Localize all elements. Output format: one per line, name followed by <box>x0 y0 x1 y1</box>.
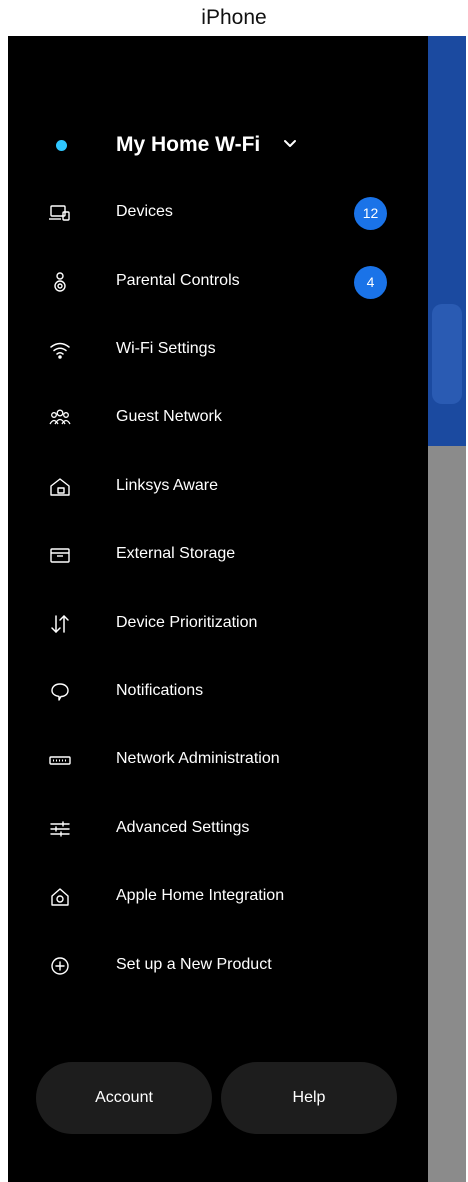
menu-item-label: Linksys Aware <box>116 477 218 494</box>
network-status-dot <box>56 140 67 151</box>
menu-item-label: Set up a New Product <box>116 956 272 973</box>
add-circle-icon <box>48 954 72 978</box>
menu-item-label: Devices <box>116 203 173 220</box>
menu-item-set-up-new-product[interactable]: Set up a New Product <box>8 941 428 991</box>
menu-item-label: Parental Controls <box>116 272 240 289</box>
devices-count-badge: 12 <box>354 197 387 230</box>
parental-controls-icon <box>48 270 72 294</box>
menu-item-label: Device Prioritization <box>116 614 258 631</box>
menu-item-label: Network Administration <box>116 750 280 767</box>
menu-item-guest-network[interactable]: Guest Network <box>8 393 428 443</box>
menu-item-parental-controls[interactable]: Parental Controls 4 <box>8 257 428 307</box>
network-name: My Home W-Fi <box>116 133 261 156</box>
parental-controls-count-badge: 4 <box>354 266 387 299</box>
guest-network-icon <box>48 406 72 430</box>
home-icon <box>48 475 72 499</box>
navigation-drawer: My Home W-Fi Devices 12 Parental Control… <box>8 36 428 1182</box>
menu-item-label: Notifications <box>116 682 204 699</box>
storage-icon <box>48 543 72 567</box>
router-icon <box>48 748 72 772</box>
account-button[interactable]: Account <box>36 1062 212 1134</box>
chevron-down-icon <box>284 140 296 147</box>
menu-item-external-storage[interactable]: External Storage <box>8 530 428 580</box>
apple-home-icon <box>48 885 72 909</box>
menu-item-label: Wi-Fi Settings <box>116 340 216 357</box>
background-app-card <box>432 304 462 404</box>
phone-screen: My Home W-Fi Devices 12 Parental Control… <box>8 36 466 1182</box>
menu-item-label: External Storage <box>116 545 236 562</box>
menu-item-device-prioritization[interactable]: Device Prioritization <box>8 599 428 649</box>
menu-item-advanced-settings[interactable]: Advanced Settings <box>8 804 428 854</box>
device-label: iPhone <box>201 6 267 29</box>
prioritization-arrows-icon <box>48 612 72 636</box>
menu-item-devices[interactable]: Devices 12 <box>8 188 428 238</box>
menu-item-label: Advanced Settings <box>116 819 250 836</box>
network-selector[interactable]: My Home W-Fi <box>8 124 428 168</box>
background-app-header <box>428 36 466 446</box>
menu-item-label: Guest Network <box>116 408 222 425</box>
menu-item-network-administration[interactable]: Network Administration <box>8 735 428 785</box>
notification-bubble-icon <box>48 680 72 704</box>
devices-icon <box>48 201 72 225</box>
menu-item-label: Apple Home Integration <box>116 887 285 904</box>
background-app-content <box>428 446 466 1182</box>
menu-item-apple-home-integration[interactable]: Apple Home Integration <box>8 872 428 922</box>
menu-item-linksys-aware[interactable]: Linksys Aware <box>8 462 428 512</box>
menu-item-wifi-settings[interactable]: Wi-Fi Settings <box>8 325 428 375</box>
help-button[interactable]: Help <box>221 1062 397 1134</box>
menu-item-notifications[interactable]: Notifications <box>8 667 428 717</box>
wifi-icon <box>48 338 72 362</box>
sliders-icon <box>48 817 72 841</box>
